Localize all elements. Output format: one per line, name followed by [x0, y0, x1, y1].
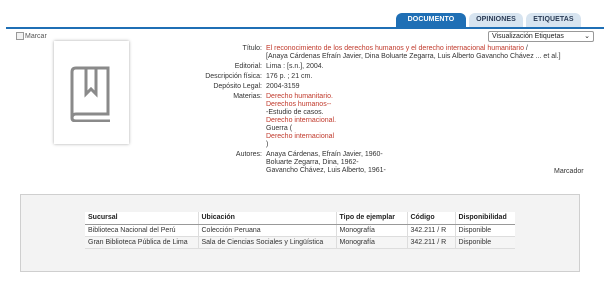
editorial-label: Editorial: — [234, 63, 262, 70]
cell-disponibilidad: Disponible — [454, 236, 515, 249]
row-titulo: Título: El reconocimiento de los derecho… — [136, 45, 596, 61]
editorial-value: Lima : [s.n.], 2004. — [266, 63, 324, 70]
col-codigo: Código — [406, 212, 455, 225]
materia-link[interactable]: Derecho internacional. — [266, 117, 596, 125]
row-editorial: Editorial: Lima : [s.n.], 2004. — [136, 63, 596, 71]
table-row: Biblioteca Nacional del Perú Colección P… — [85, 224, 515, 237]
record-panel: Marcar Visualización Etiquetas ⌄ Título:… — [6, 29, 604, 181]
autor-link[interactable]: Gavancho Chávez, Luis Alberto, 1961- — [266, 167, 596, 175]
book-cover — [54, 41, 129, 144]
broken-image-icon — [16, 32, 24, 40]
deposito-value: 2004-3159 — [266, 83, 300, 90]
titulo-value: El reconocimiento de los derechos humano… — [266, 45, 596, 61]
row-descripcion: Descripción física: 176 p. ; 21 cm. — [136, 73, 596, 81]
cell-tipo: Monografía — [335, 224, 407, 237]
chevron-down-icon: ⌄ — [584, 33, 590, 40]
titulo-link[interactable]: El reconocimiento de los derechos humano… — [266, 45, 524, 52]
col-sucursal: Sucursal — [85, 212, 198, 225]
holdings-table: Sucursal Ubicación Tipo de ejemplar Códi… — [85, 212, 515, 249]
cell-codigo: 342.211 / R — [406, 236, 455, 249]
marcar-label: Marcar — [25, 32, 47, 40]
cell-sucursal: Gran Biblioteca Pública de Lima — [85, 236, 198, 249]
tab-opiniones[interactable]: OPINIONES — [469, 13, 523, 27]
materias-list: Derecho humanitario. Derechos humanos-- … — [266, 93, 596, 149]
row-autores: Autores: Anaya Cárdenas, Efraín Javier, … — [136, 151, 596, 175]
autor-link[interactable]: Anaya Cárdenas, Efraín Javier, 1960- — [266, 151, 596, 159]
tab-documento[interactable]: DOCUMENTO — [396, 13, 466, 27]
titulo-label: Título: — [242, 45, 262, 52]
materias-label: Materias: — [233, 93, 262, 100]
cell-ubicacion: Colección Peruana — [197, 224, 336, 237]
materia-item: Derechos humanos-- -Estudio de casos. — [266, 101, 596, 117]
cell-codigo: 342.211 / R — [406, 224, 455, 237]
autor-link[interactable]: Boluarte Zegarra, Dina, 1962- — [266, 159, 596, 167]
descripcion-label: Descripción física: — [205, 73, 262, 80]
holdings-box: Sucursal Ubicación Tipo de ejemplar Códi… — [20, 194, 580, 272]
descripcion-value: 176 p. ; 21 cm. — [266, 73, 313, 80]
marcar-checkbox[interactable]: Marcar — [16, 32, 47, 40]
col-tipo: Tipo de ejemplar — [335, 212, 407, 225]
materia-link[interactable]: Derecho humanitario. — [266, 93, 596, 101]
materia-link[interactable]: Derecho internacional — [266, 133, 596, 141]
col-ubicacion: Ubicación — [197, 212, 336, 225]
row-deposito: Depósito Legal: 2004-3159 — [136, 83, 596, 91]
materia-link[interactable]: Derechos humanos-- — [266, 101, 596, 109]
autores-list: Anaya Cárdenas, Efraín Javier, 1960- Bol… — [266, 151, 596, 175]
record-tabs: DOCUMENTO OPINIONES ETIQUETAS — [396, 13, 609, 27]
table-row: Gran Biblioteca Pública de Lima Sala de … — [85, 236, 515, 249]
titulo-responsibility: [Anaya Cárdenas Efraín Javier, Dina Bolu… — [266, 53, 561, 60]
view-select[interactable]: Visualización Etiquetas ⌄ — [488, 31, 594, 42]
cell-disponibilidad: Disponible — [454, 224, 515, 237]
view-select-value: Visualización Etiquetas — [492, 33, 564, 40]
marcador-label[interactable]: Marcador — [554, 168, 584, 175]
materia-item: Guerra (Derecho internacional) — [266, 125, 596, 149]
tab-etiquetas[interactable]: ETIQUETAS — [526, 13, 581, 27]
deposito-label: Depósito Legal: — [213, 83, 262, 90]
table-header-row: Sucursal Ubicación Tipo de ejemplar Códi… — [85, 212, 515, 225]
cell-ubicacion: Sala de Ciencias Sociales y Lingüística — [197, 236, 336, 249]
row-materias: Materias: Derecho humanitario. Derechos … — [136, 93, 596, 149]
cell-tipo: Monografía — [335, 236, 407, 249]
record-metadata: Título: El reconocimiento de los derecho… — [136, 45, 596, 177]
col-disponibilidad: Disponibilidad — [454, 212, 515, 225]
autores-label: Autores: — [235, 151, 262, 158]
cell-sucursal: Biblioteca Nacional del Perú — [85, 224, 198, 237]
titulo-sep: / — [523, 45, 528, 52]
book-icon — [70, 66, 110, 122]
